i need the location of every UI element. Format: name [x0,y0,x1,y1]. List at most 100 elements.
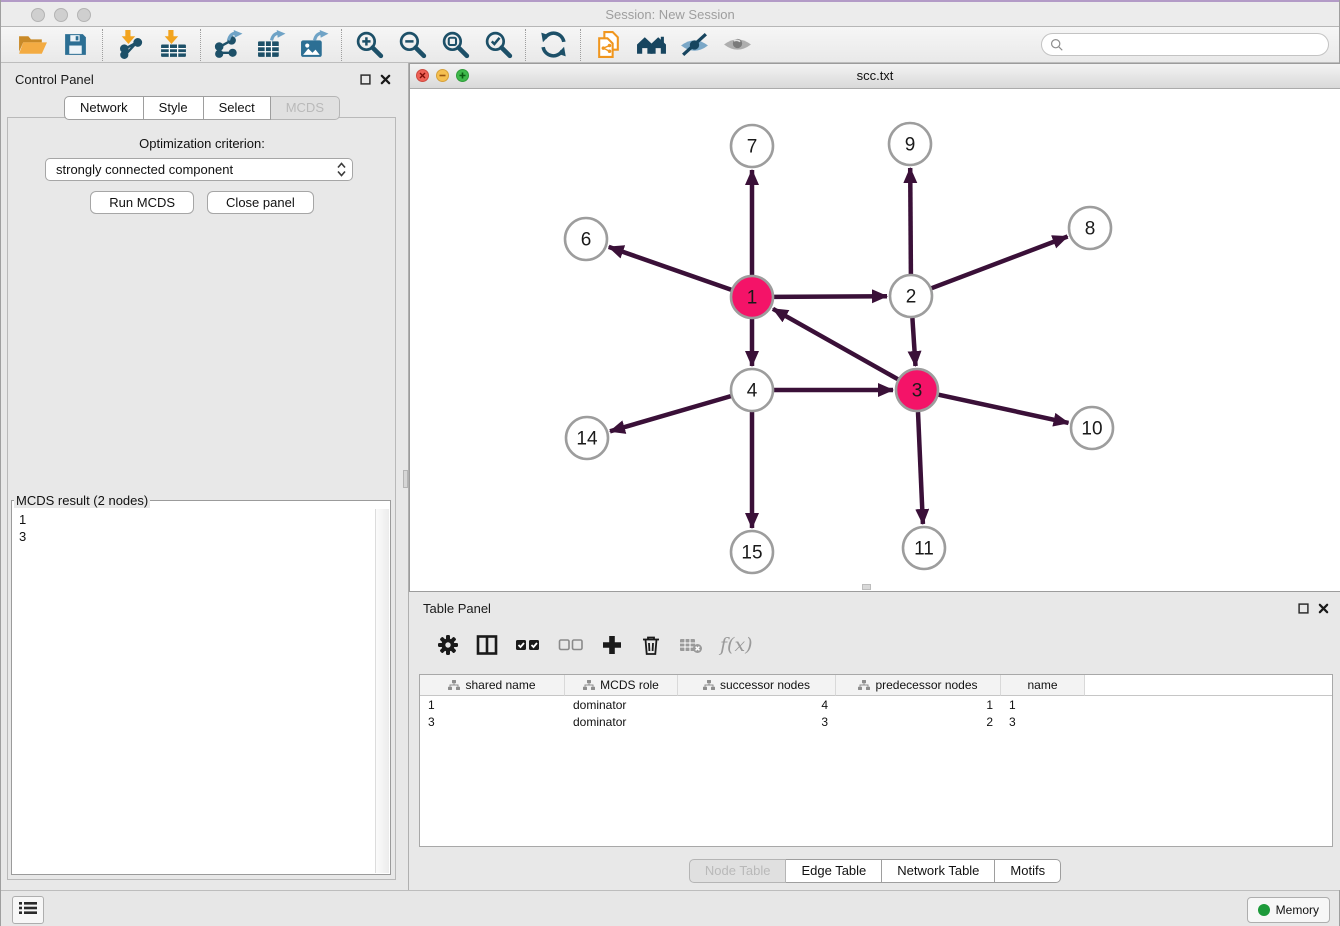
tab-network[interactable]: Network [64,96,144,120]
import-network-button[interactable] [109,28,152,62]
node-15[interactable]: 15 [731,531,773,573]
refresh-layout-button[interactable] [532,28,575,62]
column-label: successor nodes [720,678,810,692]
close-table-panel-icon[interactable] [1318,601,1329,619]
tab-style[interactable]: Style [144,96,204,120]
cell-name[interactable]: 1 [1001,698,1085,712]
mcds-result-text[interactable]: 13 [13,509,376,873]
import-table-button[interactable] [152,28,195,62]
network-resize-handle[interactable] [862,584,871,590]
log-console-button[interactable] [12,896,44,924]
edge-1-6[interactable] [609,247,732,290]
search-box [1041,33,1329,56]
column-header-MCDS-role[interactable]: MCDS role [565,675,678,696]
split-columns-button[interactable] [476,634,498,656]
cell-shared-name[interactable]: 3 [420,715,565,729]
table-tab-node-table[interactable]: Node Table [689,859,787,883]
column-header-successor-nodes[interactable]: successor nodes [678,675,836,696]
function-builder-button[interactable]: f(x) [720,634,753,656]
cell-MCDS-role[interactable]: dominator [565,698,678,712]
delete-table-button[interactable] [679,636,703,654]
node-10[interactable]: 10 [1071,407,1113,449]
column-header-shared-name[interactable]: shared name [420,675,565,696]
node-11[interactable]: 11 [903,527,945,569]
edge-4-14[interactable] [610,396,731,431]
column-label: MCDS role [600,678,659,692]
cell-MCDS-role[interactable]: dominator [565,715,678,729]
edge-2-9[interactable] [910,168,911,274]
tab-mcds[interactable]: MCDS [271,96,340,120]
run-mcds-button[interactable]: Run MCDS [90,191,194,214]
network-graph[interactable]: 1 2 3 4 6 7 8 9 10 11 14 15 [410,89,1340,591]
column-tree-icon [448,680,460,691]
tab-select[interactable]: Select [204,96,271,120]
node-9[interactable]: 9 [889,123,931,165]
column-header-predecessor-nodes[interactable]: predecessor nodes [836,675,1001,696]
select-all-columns-button[interactable] [515,637,541,653]
hide-details-button[interactable] [673,28,716,62]
zoom-in-button[interactable] [348,28,391,62]
export-network-button[interactable] [207,28,250,62]
float-table-panel-icon[interactable] [1298,601,1309,619]
network-canvas[interactable]: 1 2 3 4 6 7 8 9 10 11 14 15 [410,89,1340,591]
node-14[interactable]: 14 [566,417,608,459]
node-label: 10 [1081,419,1102,440]
close-panel-icon[interactable] [380,72,391,90]
copy-network-button[interactable] [587,28,630,62]
node-3[interactable]: 3 [896,369,938,411]
export-image-button[interactable] [293,28,336,62]
table-row[interactable]: 1dominator411 [420,696,1332,713]
export-table-button[interactable] [250,28,293,62]
search-icon [1050,38,1064,57]
float-panel-icon[interactable] [360,72,371,90]
column-header-name[interactable]: name [1001,675,1085,696]
optimization-label: Optimization criterion: [1,136,403,151]
node-2[interactable]: 2 [890,275,932,317]
node-4[interactable]: 4 [731,369,773,411]
table-panel: Table Panel f(x) shared nameMCDS rolesuc… [409,592,1340,890]
add-column-button[interactable] [601,634,623,656]
edge-3-10[interactable] [939,395,1069,423]
show-details-button[interactable] [716,28,759,62]
memory-button[interactable]: Memory [1247,897,1330,923]
cell-shared-name[interactable]: 1 [420,698,565,712]
cell-name[interactable]: 3 [1001,715,1085,729]
table-tab-motifs[interactable]: Motifs [995,859,1061,883]
close-panel-button[interactable]: Close panel [207,191,314,214]
edge-2-8[interactable] [932,237,1068,289]
toolbar-separator [102,29,104,61]
mcds-result-title: MCDS result (2 nodes) [14,493,150,508]
cell-successor-nodes[interactable]: 3 [678,715,836,729]
table-tab-network-table[interactable]: Network Table [882,859,995,883]
node-7[interactable]: 7 [731,125,773,167]
node-1[interactable]: 1 [731,276,773,318]
home-button[interactable] [630,28,673,62]
column-label: name [1027,678,1057,692]
table-row[interactable]: 3dominator323 [420,713,1332,730]
deselect-all-columns-button[interactable] [558,637,584,653]
cell-predecessor-nodes[interactable]: 2 [836,715,1001,729]
result-scrollbar[interactable] [375,509,389,873]
table-toolbar: f(x) [419,622,1333,668]
table-settings-button[interactable] [437,634,459,656]
node-8[interactable]: 8 [1069,207,1111,249]
optimization-dropdown[interactable]: strongly connected component [45,158,353,181]
cell-successor-nodes[interactable]: 4 [678,698,836,712]
cell-predecessor-nodes[interactable]: 1 [836,698,1001,712]
save-session-button[interactable] [54,28,97,62]
delete-column-button[interactable] [640,634,662,656]
table-tab-edge-table[interactable]: Edge Table [786,859,882,883]
search-input[interactable] [1041,33,1329,56]
open-file-button[interactable] [11,28,54,62]
edge-3-1[interactable] [773,309,898,379]
zoom-out-button[interactable] [391,28,434,62]
zoom-fit-button[interactable] [434,28,477,62]
edge-3-11[interactable] [918,412,923,524]
edge-1-2[interactable] [774,296,887,297]
zoom-selected-button[interactable] [477,28,520,62]
splitter-handle[interactable] [403,470,408,488]
edge-2-3[interactable] [912,318,915,366]
node-label: 7 [747,137,758,158]
node-6[interactable]: 6 [565,218,607,260]
network-view-window: scc.txt 1234678910111415 [409,63,1340,592]
